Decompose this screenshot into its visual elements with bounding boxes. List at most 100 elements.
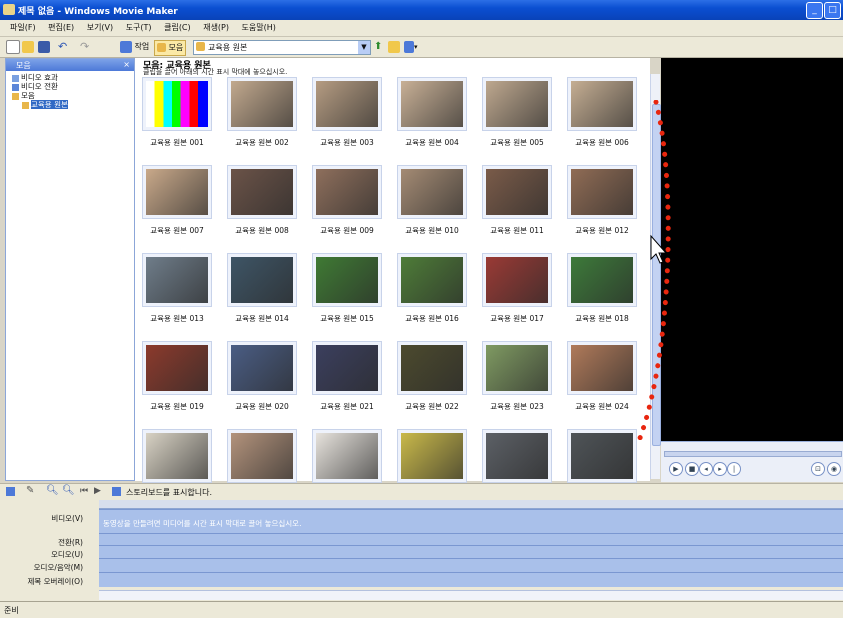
next-frame-icon[interactable]: ▸: [713, 462, 727, 476]
clip-item[interactable]: 교육용 원본 013: [142, 253, 212, 324]
clip-item[interactable]: 교육용 원본 023: [482, 341, 552, 412]
zoom-in-icon[interactable]: 🔍︎: [46, 485, 59, 496]
seek-bar[interactable]: [664, 451, 842, 457]
clip-item[interactable]: 교육용 원본 011: [482, 165, 552, 236]
clip-thumbnail[interactable]: [482, 165, 552, 219]
clip-item[interactable]: [567, 429, 637, 489]
clip-thumbnail[interactable]: [142, 77, 212, 131]
clip-item[interactable]: [312, 429, 382, 489]
timeline-track[interactable]: [99, 558, 843, 572]
clip-thumbnail[interactable]: [227, 429, 297, 483]
clip-item[interactable]: [482, 429, 552, 489]
clip-thumbnail[interactable]: [482, 341, 552, 395]
clip-item[interactable]: 교육용 원본 004: [397, 77, 467, 148]
tree-item-collections[interactable]: 모음: [12, 91, 35, 100]
zoom-out-icon[interactable]: 🔍︎: [62, 485, 75, 496]
clip-thumbnail[interactable]: [227, 341, 297, 395]
clip-thumbnail[interactable]: [397, 429, 467, 483]
clip-thumbnail[interactable]: [227, 253, 297, 307]
split-icon[interactable]: |: [727, 462, 741, 476]
tree-item-video-effects[interactable]: 비디오 효과: [12, 73, 58, 82]
timeline-track[interactable]: [99, 533, 843, 545]
tree-item-edu-source[interactable]: 교육용 원본: [22, 100, 68, 109]
clip-thumbnail[interactable]: [397, 341, 467, 395]
stop-icon[interactable]: ■: [685, 462, 699, 476]
clip-item[interactable]: 교육용 원본 017: [482, 253, 552, 324]
clip-item[interactable]: 교육용 원본 021: [312, 341, 382, 412]
clip-thumbnail[interactable]: [312, 165, 382, 219]
snapshot-icon[interactable]: ◉: [827, 462, 841, 476]
clip-thumbnail[interactable]: [567, 341, 637, 395]
clip-item[interactable]: 교육용 원본 018: [567, 253, 637, 324]
clip-item[interactable]: 교육용 원본 002: [227, 77, 297, 148]
clip-thumbnail[interactable]: [482, 77, 552, 131]
menu-clip[interactable]: 클립(C): [164, 20, 191, 36]
menu-play[interactable]: 재생(P): [203, 20, 229, 36]
clip-item[interactable]: 교육용 원본 003: [312, 77, 382, 148]
up-level-icon[interactable]: ⬆: [374, 40, 382, 54]
clip-item[interactable]: 교육용 원본 015: [312, 253, 382, 324]
timeline-track[interactable]: [99, 545, 843, 558]
clip-item[interactable]: 교육용 원본 010: [397, 165, 467, 236]
clip-item[interactable]: 교육용 원본 007: [142, 165, 212, 236]
redo-icon[interactable]: ↷: [80, 40, 89, 54]
narrate-icon[interactable]: ✎: [26, 485, 34, 496]
clip-thumbnail[interactable]: [312, 253, 382, 307]
clip-thumbnail[interactable]: [482, 253, 552, 307]
clip-thumbnail[interactable]: [567, 429, 637, 483]
clip-item[interactable]: 교육용 원본 009: [312, 165, 382, 236]
clip-item[interactable]: [227, 429, 297, 489]
save-icon[interactable]: [38, 40, 50, 53]
menu-edit[interactable]: 편집(E): [48, 20, 74, 36]
clip-thumbnail[interactable]: [567, 165, 637, 219]
clip-thumbnail[interactable]: [142, 165, 212, 219]
close-icon[interactable]: ×: [123, 60, 130, 69]
clip-item[interactable]: [397, 429, 467, 489]
undo-icon[interactable]: ↶: [58, 40, 67, 54]
views-icon[interactable]: [404, 40, 414, 53]
maximize-button[interactable]: □: [824, 2, 841, 19]
clip-thumbnail[interactable]: [397, 165, 467, 219]
new-project-icon[interactable]: [6, 40, 20, 54]
clip-thumbnail[interactable]: [397, 77, 467, 131]
collection-select[interactable]: 교육용 원본 ▼: [193, 40, 371, 55]
timeline-view-icon[interactable]: [6, 487, 15, 496]
chevron-down-icon[interactable]: ▼: [358, 41, 370, 54]
clip-thumbnail[interactable]: [312, 429, 382, 483]
timeline-ruler[interactable]: [99, 500, 843, 509]
menu-tools[interactable]: 도구(T): [126, 20, 152, 36]
show-storyboard-label[interactable]: 스토리보드를 표시합니다.: [126, 487, 212, 498]
minimize-button[interactable]: _: [806, 2, 823, 19]
timeline-track[interactable]: [99, 572, 843, 587]
rewind-icon[interactable]: ⏮: [80, 486, 88, 496]
tasks-button[interactable]: 작업: [120, 40, 149, 54]
clip-thumbnail[interactable]: [397, 253, 467, 307]
play-icon[interactable]: ▶: [669, 462, 683, 476]
clip-item[interactable]: 교육용 원본 012: [567, 165, 637, 236]
clip-thumbnail[interactable]: [312, 77, 382, 131]
clip-thumbnail[interactable]: [482, 429, 552, 483]
clip-item[interactable]: 교육용 원본 005: [482, 77, 552, 148]
play-timeline-icon[interactable]: ▶: [94, 486, 101, 496]
menu-view[interactable]: 보기(V): [87, 20, 113, 36]
clip-thumbnail[interactable]: [312, 341, 382, 395]
clip-thumbnail[interactable]: [567, 253, 637, 307]
clip-item[interactable]: 교육용 원본 020: [227, 341, 297, 412]
menu-file[interactable]: 파일(F): [10, 20, 36, 36]
open-folder-icon[interactable]: [22, 40, 34, 53]
clip-thumbnail[interactable]: [227, 165, 297, 219]
clip-item[interactable]: [142, 429, 212, 489]
clip-item[interactable]: 교육용 원본 006: [567, 77, 637, 148]
menu-help[interactable]: 도움말(H): [242, 20, 276, 36]
fullscreen-icon[interactable]: ⊡: [811, 462, 825, 476]
clip-thumbnail[interactable]: [142, 341, 212, 395]
clip-item[interactable]: 교육용 원본 019: [142, 341, 212, 412]
clip-item[interactable]: 교육용 원본 016: [397, 253, 467, 324]
clip-thumbnail[interactable]: [567, 77, 637, 131]
collections-button[interactable]: 모음: [154, 40, 187, 56]
clip-item[interactable]: 교육용 원본 014: [227, 253, 297, 324]
clip-thumbnail[interactable]: [142, 429, 212, 483]
clip-thumbnail[interactable]: [142, 253, 212, 307]
timeline-track[interactable]: 동영상을 만들려면 미디어를 시간 표시 막대로 끌어 놓으십시오.: [99, 509, 843, 533]
tree-item-video-transitions[interactable]: 비디오 전환: [12, 82, 58, 91]
